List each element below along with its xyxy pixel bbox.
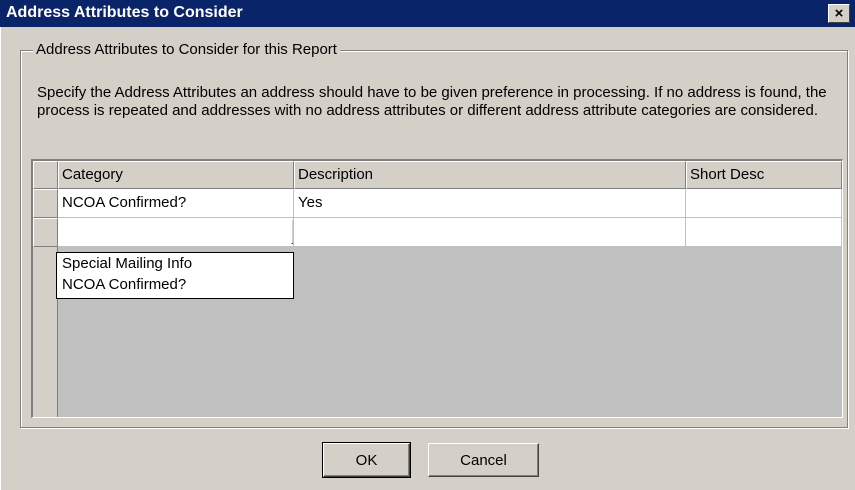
title-bar[interactable]: Address Attributes to Consider ×: [0, 0, 855, 27]
dropdown-option[interactable]: NCOA Confirmed?: [57, 274, 293, 295]
category-combobox-value: [58, 223, 62, 240]
short-desc-cell[interactable]: [686, 189, 842, 218]
row-selector-empty: [33, 247, 58, 417]
row-selector[interactable]: [33, 189, 58, 218]
ok-button[interactable]: OK: [322, 442, 411, 478]
close-button[interactable]: ×: [828, 4, 850, 23]
row-selector[interactable]: [33, 218, 58, 247]
grid-corner-header: [33, 161, 58, 189]
category-cell[interactable]: NCOA Confirmed?: [58, 189, 294, 218]
column-header-description[interactable]: Description: [294, 161, 686, 189]
column-header-short-desc[interactable]: Short Desc: [686, 161, 842, 189]
description-cell[interactable]: Yes: [294, 189, 686, 218]
dropdown-option[interactable]: Special Mailing Info: [57, 253, 293, 274]
column-header-category[interactable]: Category: [58, 161, 294, 189]
dialog-window: Address Attributes to Consider × Address…: [0, 0, 855, 490]
category-dropdown-list[interactable]: Special Mailing Info NCOA Confirmed?: [56, 252, 294, 299]
group-label: Address Attributes to Consider for this …: [33, 41, 340, 59]
instructions-text: Specify the Address Attributes an addres…: [37, 84, 827, 119]
description-cell[interactable]: [294, 218, 686, 247]
close-icon: ×: [834, 5, 844, 22]
cancel-button[interactable]: Cancel: [428, 443, 539, 477]
short-desc-cell[interactable]: [686, 218, 842, 247]
window-title: Address Attributes to Consider: [6, 4, 243, 21]
category-combobox[interactable]: [58, 218, 294, 247]
